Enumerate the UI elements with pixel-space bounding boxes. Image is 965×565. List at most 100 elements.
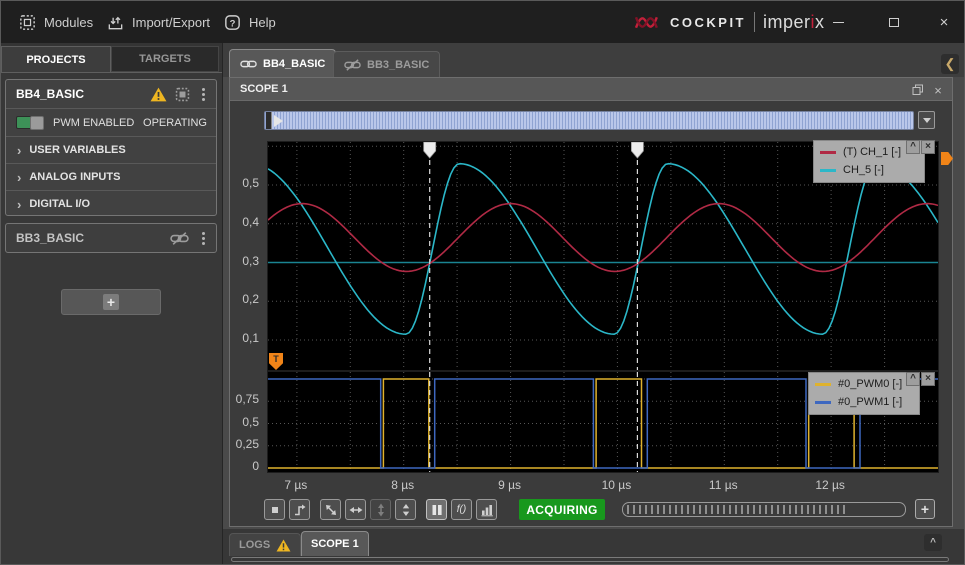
projects-panel: BB4_BASIC PWM ENABLED OPERATING › — [1, 72, 222, 564]
sidebar: PROJECTS TARGETS BB4_BASIC PWM ENABLED — [1, 43, 223, 564]
close-button[interactable]: × — [933, 12, 955, 32]
histogram-button[interactable] — [476, 499, 497, 520]
maximize-button[interactable] — [883, 12, 905, 32]
scope-header[interactable]: SCOPE 1 × — [230, 78, 952, 101]
legend-label: CH_5 [-] — [843, 164, 884, 176]
close-icon: × — [940, 15, 949, 30]
legend-close-button[interactable]: × — [921, 140, 935, 154]
legend-collapse-button[interactable]: ^ — [906, 372, 920, 386]
x-tick-label: 9 µs — [488, 478, 532, 492]
acquisition-timeline[interactable] — [264, 111, 914, 130]
close-scope-icon[interactable]: × — [930, 82, 946, 98]
pwm-enabled-toggle[interactable] — [16, 116, 44, 129]
vertical-arrows-icon — [373, 502, 389, 518]
legend-row: #0_PWM0 [-] — [815, 375, 913, 393]
acquiring-status-badge: ACQUIRING — [519, 499, 605, 520]
import-export-button[interactable]: Import/Export — [106, 1, 210, 43]
fit-vertical-icon — [398, 502, 414, 518]
ch1-color-swatch — [820, 151, 836, 154]
analog-plot[interactable]: T (T) CH_1 [-] CH_5 [-] ^ × — [267, 141, 939, 371]
ch5-color-swatch — [820, 169, 836, 172]
timeline-options-dropdown[interactable] — [918, 111, 935, 129]
project-card-bb4: BB4_BASIC PWM ENABLED OPERATING › — [5, 79, 217, 216]
histogram-icon — [479, 502, 495, 518]
chevron-left-icon: ❮ — [945, 56, 956, 72]
sidebar-item-user-variables[interactable]: › USER VARIABLES — [6, 136, 216, 163]
logo-divider — [754, 12, 755, 32]
section-label: ANALOG INPUTS — [29, 171, 120, 183]
single-acquisition-button[interactable] — [289, 499, 310, 520]
sidebar-tab-targets[interactable]: TARGETS — [111, 46, 219, 72]
chevron-right-icon: › — [17, 170, 21, 185]
sidebar-item-analog-inputs[interactable]: › ANALOG INPUTS — [6, 163, 216, 190]
scale-vertical-button[interactable] — [370, 499, 391, 520]
collapse-panel-button[interactable]: ❮ — [941, 54, 959, 74]
project-card-bb3[interactable]: BB3_BASIC — [5, 223, 217, 253]
horizontal-scrollbar[interactable] — [231, 557, 949, 562]
sidebar-item-digital-io[interactable]: › DIGITAL I/O — [6, 190, 216, 217]
dock-tab-scope1[interactable]: SCOPE 1 — [301, 531, 369, 556]
operating-status: OPERATING — [143, 117, 207, 129]
help-button[interactable]: ? Help — [223, 1, 276, 43]
chip-icon — [18, 13, 37, 32]
scale-horizontal-button[interactable] — [345, 499, 366, 520]
project-title: BB4_BASIC — [16, 87, 84, 101]
modules-button[interactable]: Modules — [18, 1, 93, 43]
kebab-menu-icon[interactable] — [194, 80, 212, 108]
channel-axis-marker[interactable] — [941, 152, 953, 165]
timeline-play-arrow-icon — [274, 115, 283, 127]
time-axis: 7 µs8 µs9 µs10 µs11 µs12 µs — [267, 475, 937, 493]
pwm-enabled-label: PWM ENABLED — [53, 117, 134, 129]
cockpit-window: Modules Import/Export ? Help COCKPIT — [0, 0, 965, 565]
acquisition-progress-bar[interactable] — [622, 502, 906, 517]
doc-tab-bb4-basic[interactable]: BB4_BASIC — [229, 49, 336, 77]
pwm1-color-swatch — [815, 401, 831, 404]
digital-plot[interactable]: #0_PWM0 [-] #0_PWM1 [-] ^ × — [267, 371, 939, 473]
diagonal-arrows-icon — [323, 502, 339, 518]
sidebar-tab-projects-label: PROJECTS — [26, 54, 85, 66]
link-icon — [240, 58, 257, 70]
bottom-dockbar: LOGS SCOPE 1 ^ — [223, 529, 964, 564]
plus-icon: + — [103, 294, 119, 310]
chip-icon — [172, 80, 192, 108]
plus-icon: + — [921, 501, 929, 517]
scope-window: SCOPE 1 × 0,10,20,30,40,5 T — [229, 77, 953, 527]
kebab-menu-icon[interactable] — [194, 224, 212, 252]
y-tick-label: 0,75 — [230, 392, 259, 406]
add-project-button[interactable]: + — [61, 289, 161, 315]
scale-diagonal-button[interactable] — [320, 499, 341, 520]
function-button[interactable]: f() — [451, 499, 472, 520]
section-label: DIGITAL I/O — [29, 198, 90, 210]
svg-text:?: ? — [230, 18, 236, 29]
titlebar: Modules Import/Export ? Help COCKPIT — [1, 1, 965, 43]
dock-tab-label: SCOPE 1 — [311, 538, 359, 550]
unlink-icon — [168, 224, 190, 252]
digital-y-axis: 00,250,50,75 — [230, 371, 264, 471]
project-header-bb4[interactable]: BB4_BASIC — [6, 80, 216, 108]
stop-button[interactable] — [264, 499, 285, 520]
minimize-button[interactable] — [827, 12, 849, 32]
analog-series-path — [268, 164, 938, 335]
dock-tab-logs[interactable]: LOGS — [229, 533, 301, 556]
pwm-enabled-row: PWM ENABLED OPERATING — [6, 108, 216, 136]
import-export-icon — [106, 13, 125, 32]
analog-series-path — [268, 204, 938, 272]
legend-close-button[interactable]: × — [921, 372, 935, 386]
split-columns-button[interactable] — [426, 499, 447, 520]
sidebar-tab-projects[interactable]: PROJECTS — [1, 46, 111, 72]
legend-label: #0_PWM1 [-] — [838, 396, 902, 408]
legend-row: (T) CH_1 [-] — [820, 143, 918, 161]
digital-legend[interactable]: #0_PWM0 [-] #0_PWM1 [-] — [808, 372, 920, 415]
float-window-icon[interactable] — [910, 82, 926, 98]
fit-vertical-button[interactable] — [395, 499, 416, 520]
legend-collapse-button[interactable]: ^ — [906, 140, 920, 154]
cursor-handle — [424, 142, 436, 158]
function-icon: f() — [457, 504, 466, 515]
modules-label: Modules — [44, 15, 93, 30]
doc-tab-bb3-basic[interactable]: BB3_BASIC — [333, 51, 440, 77]
timeline-position-marker[interactable] — [266, 112, 272, 129]
section-label: USER VARIABLES — [29, 144, 125, 156]
brand-imperix: imperix — [763, 12, 825, 33]
expand-dock-button[interactable]: ^ — [924, 534, 942, 551]
add-plot-button[interactable]: + — [915, 499, 935, 519]
